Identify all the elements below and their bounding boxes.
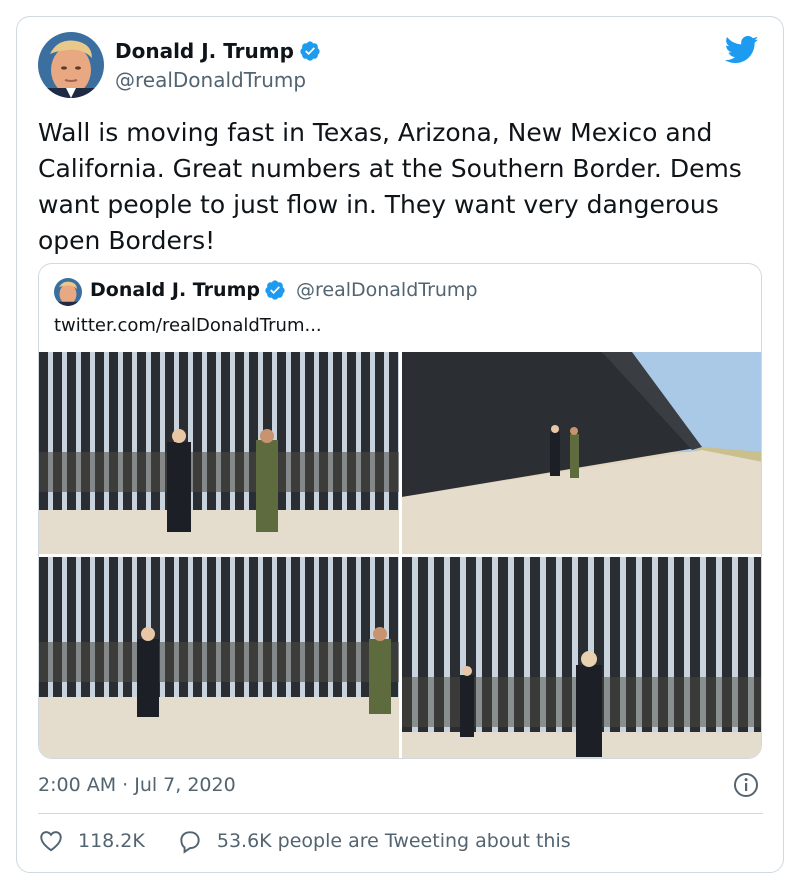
verified-badge-icon bbox=[300, 41, 320, 61]
quoted-tweet-link[interactable]: twitter.com/realDonaldTrum... bbox=[54, 315, 322, 336]
quoted-author-handle[interactable]: @realDonaldTrump bbox=[296, 279, 478, 301]
speech-bubble-icon[interactable] bbox=[177, 828, 203, 854]
author-name[interactable]: Donald J. Trump bbox=[115, 39, 294, 63]
tweet-text: Wall is moving fast in Texas, Arizona, N… bbox=[38, 118, 742, 255]
author-handle[interactable]: @realDonaldTrump bbox=[115, 68, 306, 92]
author-name-row[interactable]: Donald J. Trump bbox=[115, 39, 321, 63]
quoted-tweet[interactable]: Donald J. Trump @realDonaldTrump twitter… bbox=[38, 263, 762, 759]
like-stat[interactable]: 118.2K bbox=[38, 828, 145, 854]
like-count: 118.2K bbox=[78, 830, 145, 852]
photo-grid bbox=[39, 352, 761, 758]
quoted-author-row[interactable]: Donald J. Trump @realDonaldTrump bbox=[90, 279, 478, 301]
tweeting-count: 53.6K people are Tweeting about this bbox=[216, 830, 571, 852]
info-icon[interactable] bbox=[733, 772, 759, 798]
photo-4[interactable] bbox=[402, 557, 761, 758]
photo-1[interactable] bbox=[39, 352, 399, 554]
twitter-bird-icon[interactable] bbox=[725, 35, 759, 65]
heart-icon[interactable] bbox=[38, 828, 64, 854]
footer-divider bbox=[38, 813, 763, 814]
verified-badge-icon bbox=[265, 280, 285, 300]
tweeting-stat[interactable]: 53.6K people are Tweeting about this bbox=[177, 828, 571, 854]
tweet-timestamp[interactable]: 2:00 AM · Jul 7, 2020 bbox=[38, 774, 236, 796]
photo-2[interactable] bbox=[402, 352, 761, 554]
tweet-card: Donald J. Trump @realDonaldTrump Wall is… bbox=[16, 16, 784, 873]
tweet-stats: 118.2K 53.6K people are Tweeting about t… bbox=[38, 828, 571, 854]
author-avatar[interactable] bbox=[38, 32, 104, 98]
quoted-author-avatar[interactable] bbox=[54, 278, 82, 306]
photo-3[interactable] bbox=[39, 557, 399, 758]
quoted-author-name[interactable]: Donald J. Trump bbox=[90, 279, 260, 301]
